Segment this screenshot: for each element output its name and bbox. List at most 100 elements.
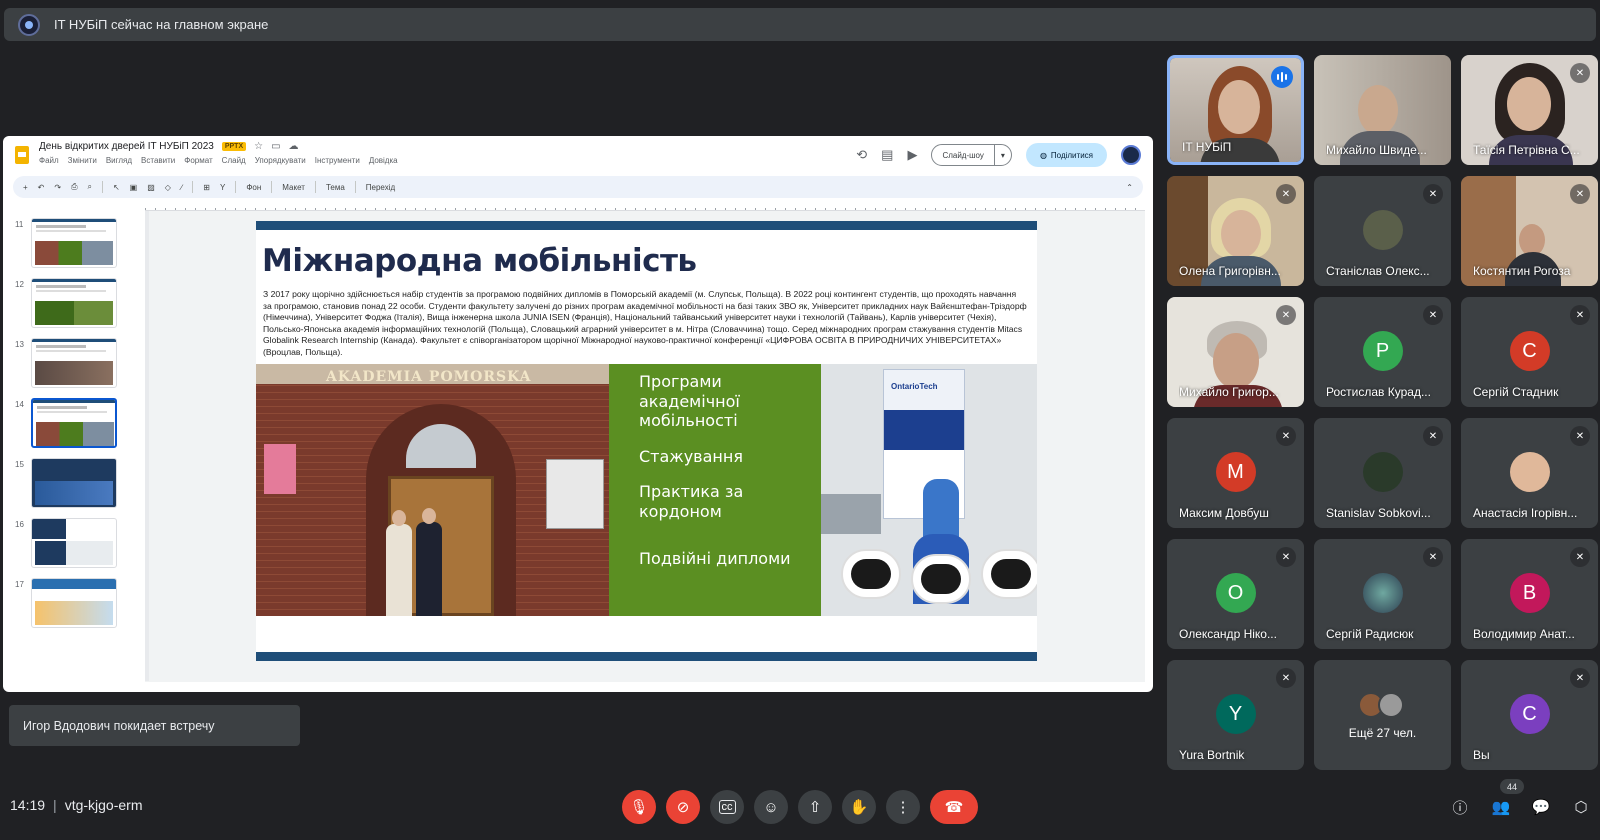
leave-notification-text: Игор Вдодович покидает встречу [23,718,215,733]
slide-thumbnail [31,578,117,628]
mobility-list: Програми академічної мобільності Стажува… [609,364,821,616]
participant-tile[interactable]: ✕ Stanislav Sobkovi... [1314,418,1451,528]
meeting-details-button[interactable]: ⓘ [1443,790,1477,824]
new-slide-icon: + [23,182,28,192]
slide-thumbnail-selected [31,398,117,448]
textbox-icon: ▣ [129,182,138,192]
format-icon: Y [220,182,226,192]
participant-tile[interactable]: ✕ Станіслав Олекс... [1314,176,1451,286]
toolbar-transition: Перехід [365,182,396,192]
more-options-button[interactable]: ⋮ [886,790,920,824]
mic-off-icon: ✕ [1570,305,1590,325]
raise-hand-button[interactable]: ✋ [842,790,876,824]
thumbnail-row-selected: 14 [3,398,127,452]
mobility-item: Програми академічної мобільності [639,372,740,431]
participant-tile[interactable]: О ✕ Олександр Ніко... [1167,539,1304,649]
participant-name: Олександр Ніко... [1179,627,1277,641]
toolbar-background: Фон [246,182,262,192]
present-button[interactable]: ⇧ [798,790,832,824]
meet-icon: ▶ [907,147,918,162]
participant-avatar: М [1215,452,1256,492]
slide-thumbnail [31,458,117,508]
mic-off-icon: ✕ [1276,305,1296,325]
participant-name: Анастасія Ігорівн... [1473,506,1578,520]
participant-name: Володимир Анат... [1473,627,1575,641]
participant-name: Костянтин Рогоза [1473,264,1571,278]
people-button[interactable]: 👥 [1484,790,1518,824]
chat-icon: 💬 [1531,799,1551,816]
menu-slide: Слайд [221,156,246,165]
participant-tile[interactable]: М ✕ Максим Довбуш [1167,418,1304,528]
activities-button[interactable]: ⬡ [1564,790,1598,824]
zoom-icon: ⌕ [87,182,92,191]
speaking-icon [1271,66,1293,88]
chat-button[interactable]: 💬 [1524,790,1558,824]
more-participants-tile[interactable]: Ещё 27 чел. [1314,660,1451,770]
slide-thumbnail [31,338,117,388]
academy-photo: AKADEMIA POMORSKA [256,364,609,616]
share-label: Поділитися [1050,150,1093,160]
self-tile[interactable]: C ✕ Вы [1461,660,1598,770]
camera-toggle-button[interactable]: ⊘ [666,790,700,824]
menu-file: Файл [39,156,59,165]
participant-tile[interactable]: ✕ Михайло Григор... [1167,297,1304,407]
participant-tile[interactable]: Михайло Швиде... [1314,55,1451,165]
current-slide: Міжнародна мобільність З 2017 року щоріч… [256,221,1037,661]
mic-off-icon: ✕ [1423,547,1443,567]
mic-off-icon: ✕ [1276,547,1296,567]
select-icon: ↖ [112,182,120,192]
mic-off-icon: 🎙 [629,799,649,816]
participant-tile[interactable]: ✕ Таїсія Петрівна С... [1461,55,1598,165]
mic-toggle-button[interactable]: 🎙 [622,790,656,824]
leave-notification: Игор Вдодович покидает встречу [9,705,300,746]
participant-tile[interactable]: Р ✕ Ростислав Курад... [1314,297,1451,407]
account-avatar [1121,145,1141,165]
thumbnail-number: 11 [15,220,24,229]
internship-photo: OntarioTech [821,364,1037,616]
thumbnail-row: 17 [3,578,127,632]
thumbnail-row: 15 [3,458,127,512]
menu-arrange: Упорядкувати [254,156,306,165]
present-icon: ⇧ [808,799,822,816]
menu-insert: Вставити [141,156,176,165]
current-time: 14:19 [10,797,46,813]
participant-tile[interactable]: ✕ Анастасія Ігорівн... [1461,418,1598,528]
participant-tile[interactable]: ✕ Олена Григорівн... [1167,176,1304,286]
slideshow-button: Слайд-шоу ▾ [931,144,1012,166]
comment-add-icon: ⊞ [203,182,210,192]
star-icon: ☆ [254,141,264,152]
mobility-item: Стажування [639,446,743,466]
info-icon: ⓘ [1452,799,1468,817]
mic-off-icon: ✕ [1423,184,1443,204]
emoji-button[interactable]: ☺ [754,790,788,824]
participant-tile[interactable]: ✕ Костянтин Рогоза [1461,176,1598,286]
participant-tile[interactable]: С ✕ Сергій Стадник [1461,297,1598,407]
slide-bottom-bar [256,652,1037,661]
participant-name: Сергій Стадник [1473,385,1559,399]
participant-tile[interactable]: ✕ Сергій Радисюк [1314,539,1451,649]
participant-tile[interactable]: IT НУБіП [1167,55,1304,165]
thumbnail-row: 12 [3,278,127,332]
captions-button[interactable]: cc [710,790,744,824]
participant-name: Станіслав Олекс... [1326,264,1430,278]
thumbnail-number: 13 [15,340,24,349]
slide-thumbnail [31,278,117,328]
participant-tile[interactable]: В ✕ Володимир Анат... [1461,539,1598,649]
end-call-button[interactable]: ☎ [930,790,978,824]
cloud-icon: ☁ [288,141,299,152]
chevron-down-icon: ▾ [993,145,1011,165]
more-participants-label: Ещё 27 чел. [1348,726,1417,740]
mic-off-icon: ✕ [1276,426,1296,446]
meeting-info: 14:19 | vtg-kjgo-erm [10,797,142,813]
slide-canvas: Міжнародна мобільність З 2017 року щоріч… [145,202,1145,682]
filmstrip: 11 12 13 14 15 16 17 ⊞ ‹ [3,202,133,672]
participant-avatar [1362,573,1403,613]
toolbar-layout: Макет [282,182,305,192]
line-icon: ∕ [180,182,183,192]
mic-off-icon: ✕ [1570,63,1590,83]
participant-tile[interactable]: Y ✕ Yura Bortnik [1167,660,1304,770]
folder-icon: ▭ [271,141,281,152]
participant-avatar: Р [1362,331,1403,371]
divider: | [53,797,57,813]
slide-title: Міжнародна мобільність [262,243,697,279]
